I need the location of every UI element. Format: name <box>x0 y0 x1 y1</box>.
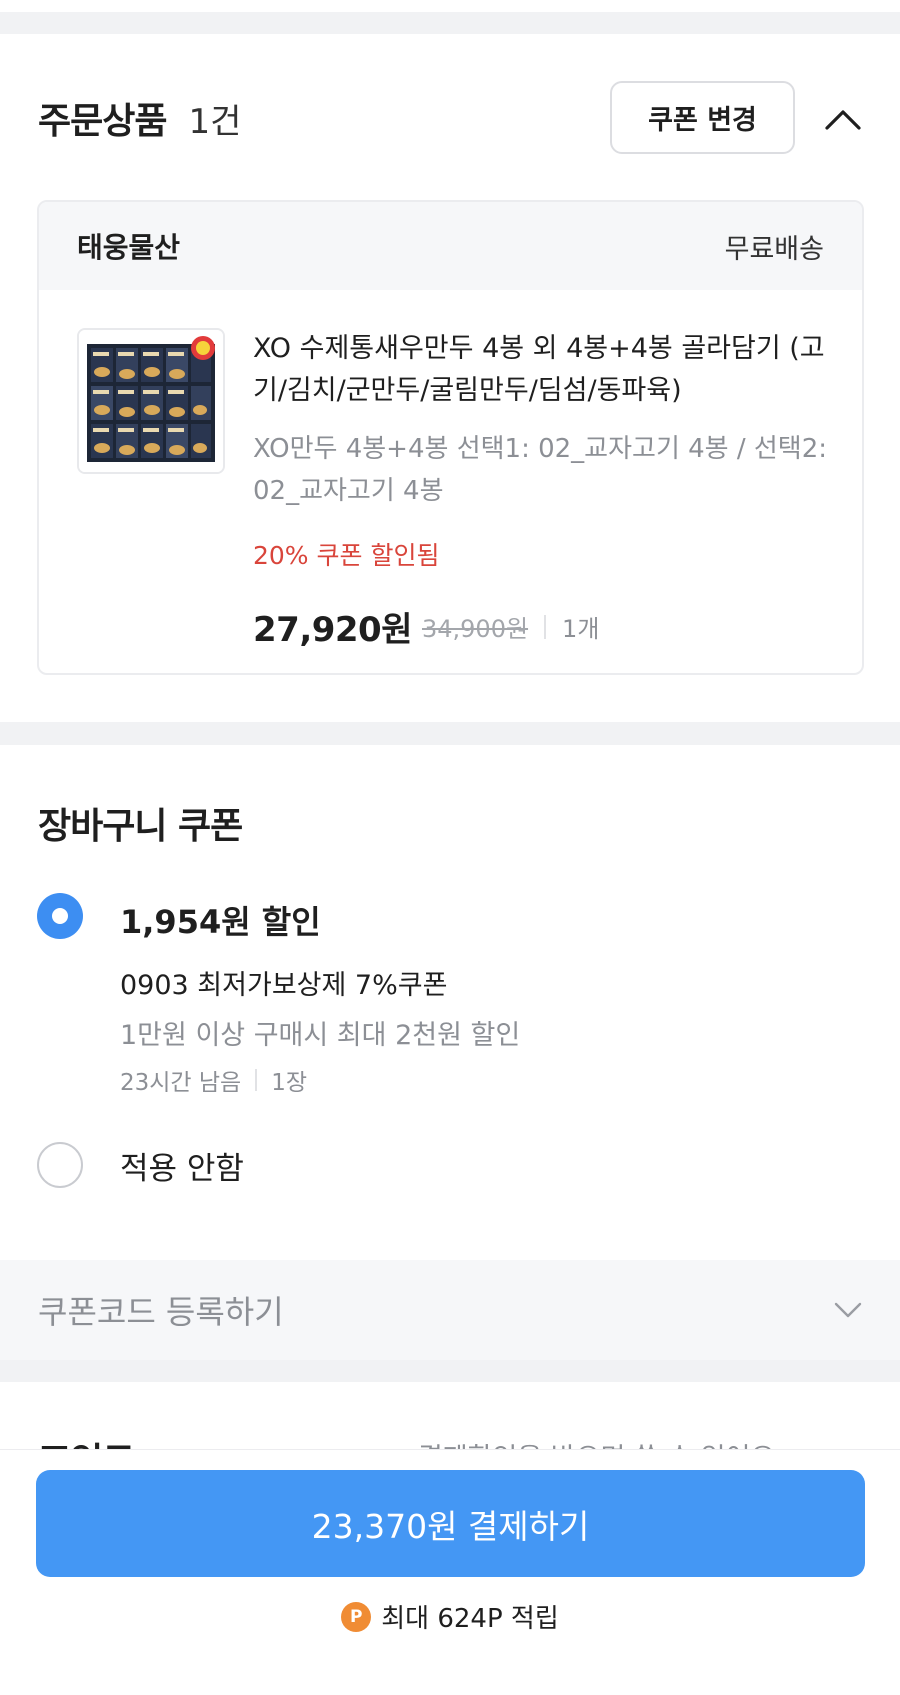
original-price: 34,900원 <box>421 615 529 643</box>
cart-coupon-title: 장바구니 쿠폰 <box>38 806 243 847</box>
coupon-radio-none[interactable] <box>37 1142 83 1188</box>
product-info: XO 수제통새우만두 4봉 외 4봉+4봉 골라담기 (고기/김치/군만두/굴림… <box>253 328 843 651</box>
section-divider <box>0 722 900 745</box>
no-coupon-option[interactable]: 적용 안함 <box>120 1143 244 1188</box>
coupon-name: 0903 최저가보상제 7%쿠폰 <box>120 970 448 1001</box>
coupon-code-register-row[interactable]: 쿠폰코드 등록하기 <box>0 1260 900 1360</box>
price-divider <box>544 614 547 639</box>
shipping-info: 무료배송 <box>724 233 824 265</box>
coupon-remaining-time: 23시간 남음 <box>120 1070 242 1096</box>
coupon-discount-amount[interactable]: 1,954원 할인 <box>120 897 321 943</box>
price-row: 27,920원 34,900원 1개 <box>253 602 843 651</box>
top-divider <box>0 12 900 34</box>
coupon-code-register-label: 쿠폰코드 등록하기 <box>38 1293 284 1331</box>
coupon-condition: 1만원 이상 구매시 최대 2천원 할인 <box>120 1020 521 1051</box>
product-thumbnail[interactable] <box>77 328 225 474</box>
pay-button[interactable]: 23,370원 결제하기 <box>36 1470 865 1577</box>
coupon-meta-divider <box>255 1069 258 1091</box>
collapse-button[interactable] <box>818 96 868 142</box>
product-image <box>79 330 223 472</box>
coupon-change-button[interactable]: 쿠폰 변경 <box>610 81 795 154</box>
order-count: 1건 <box>188 102 242 142</box>
order-title: 주문상품 <box>38 101 167 142</box>
seller-name: 태웅물산 <box>77 231 181 264</box>
coupon-applied-label: 20% 쿠폰 할인됨 <box>253 541 440 570</box>
bottom-pay-bar: 23,370원 결제하기 P 최대 624P 적립 <box>0 1449 900 1695</box>
sale-price: 27,920원 <box>253 610 412 650</box>
seller-header: 태웅물산 무료배송 <box>39 202 862 290</box>
order-items-section: 주문상품 1건 쿠폰 변경 태웅물산 무료배송 XO 수제통새우만두 4봉 외 … <box>0 34 900 722</box>
reward-info: P 최대 624P 적립 <box>0 1598 900 1635</box>
product-name[interactable]: XO 수제통새우만두 4봉 외 4봉+4봉 골라담기 (고기/김치/군만두/굴림… <box>253 328 843 412</box>
reward-text: 최대 624P 적립 <box>381 1604 559 1634</box>
coupon-radio-selected[interactable] <box>37 893 83 939</box>
chevron-up-icon <box>825 110 861 130</box>
point-badge-icon: P <box>341 1601 372 1632</box>
coupon-count: 1장 <box>271 1070 308 1096</box>
chevron-down-icon <box>834 1302 862 1318</box>
cart-coupon-section: 장바구니 쿠폰 1,954원 할인 0903 최저가보상제 7%쿠폰 1만원 이… <box>0 745 900 1260</box>
coupon-meta: 23시간 남음 1장 <box>120 1063 307 1097</box>
quantity: 1개 <box>562 615 600 643</box>
order-header: 주문상품 1건 <box>38 92 241 144</box>
section-divider-2 <box>0 1360 900 1382</box>
seller-card: 태웅물산 무료배송 XO 수제통새우만두 4봉 외 4봉+4봉 골라담기 (고기… <box>37 200 864 675</box>
product-option: XO만두 4봉+4봉 선택1: 02_교자고기 4봉 / 선택2: 02_교자고… <box>253 434 828 506</box>
